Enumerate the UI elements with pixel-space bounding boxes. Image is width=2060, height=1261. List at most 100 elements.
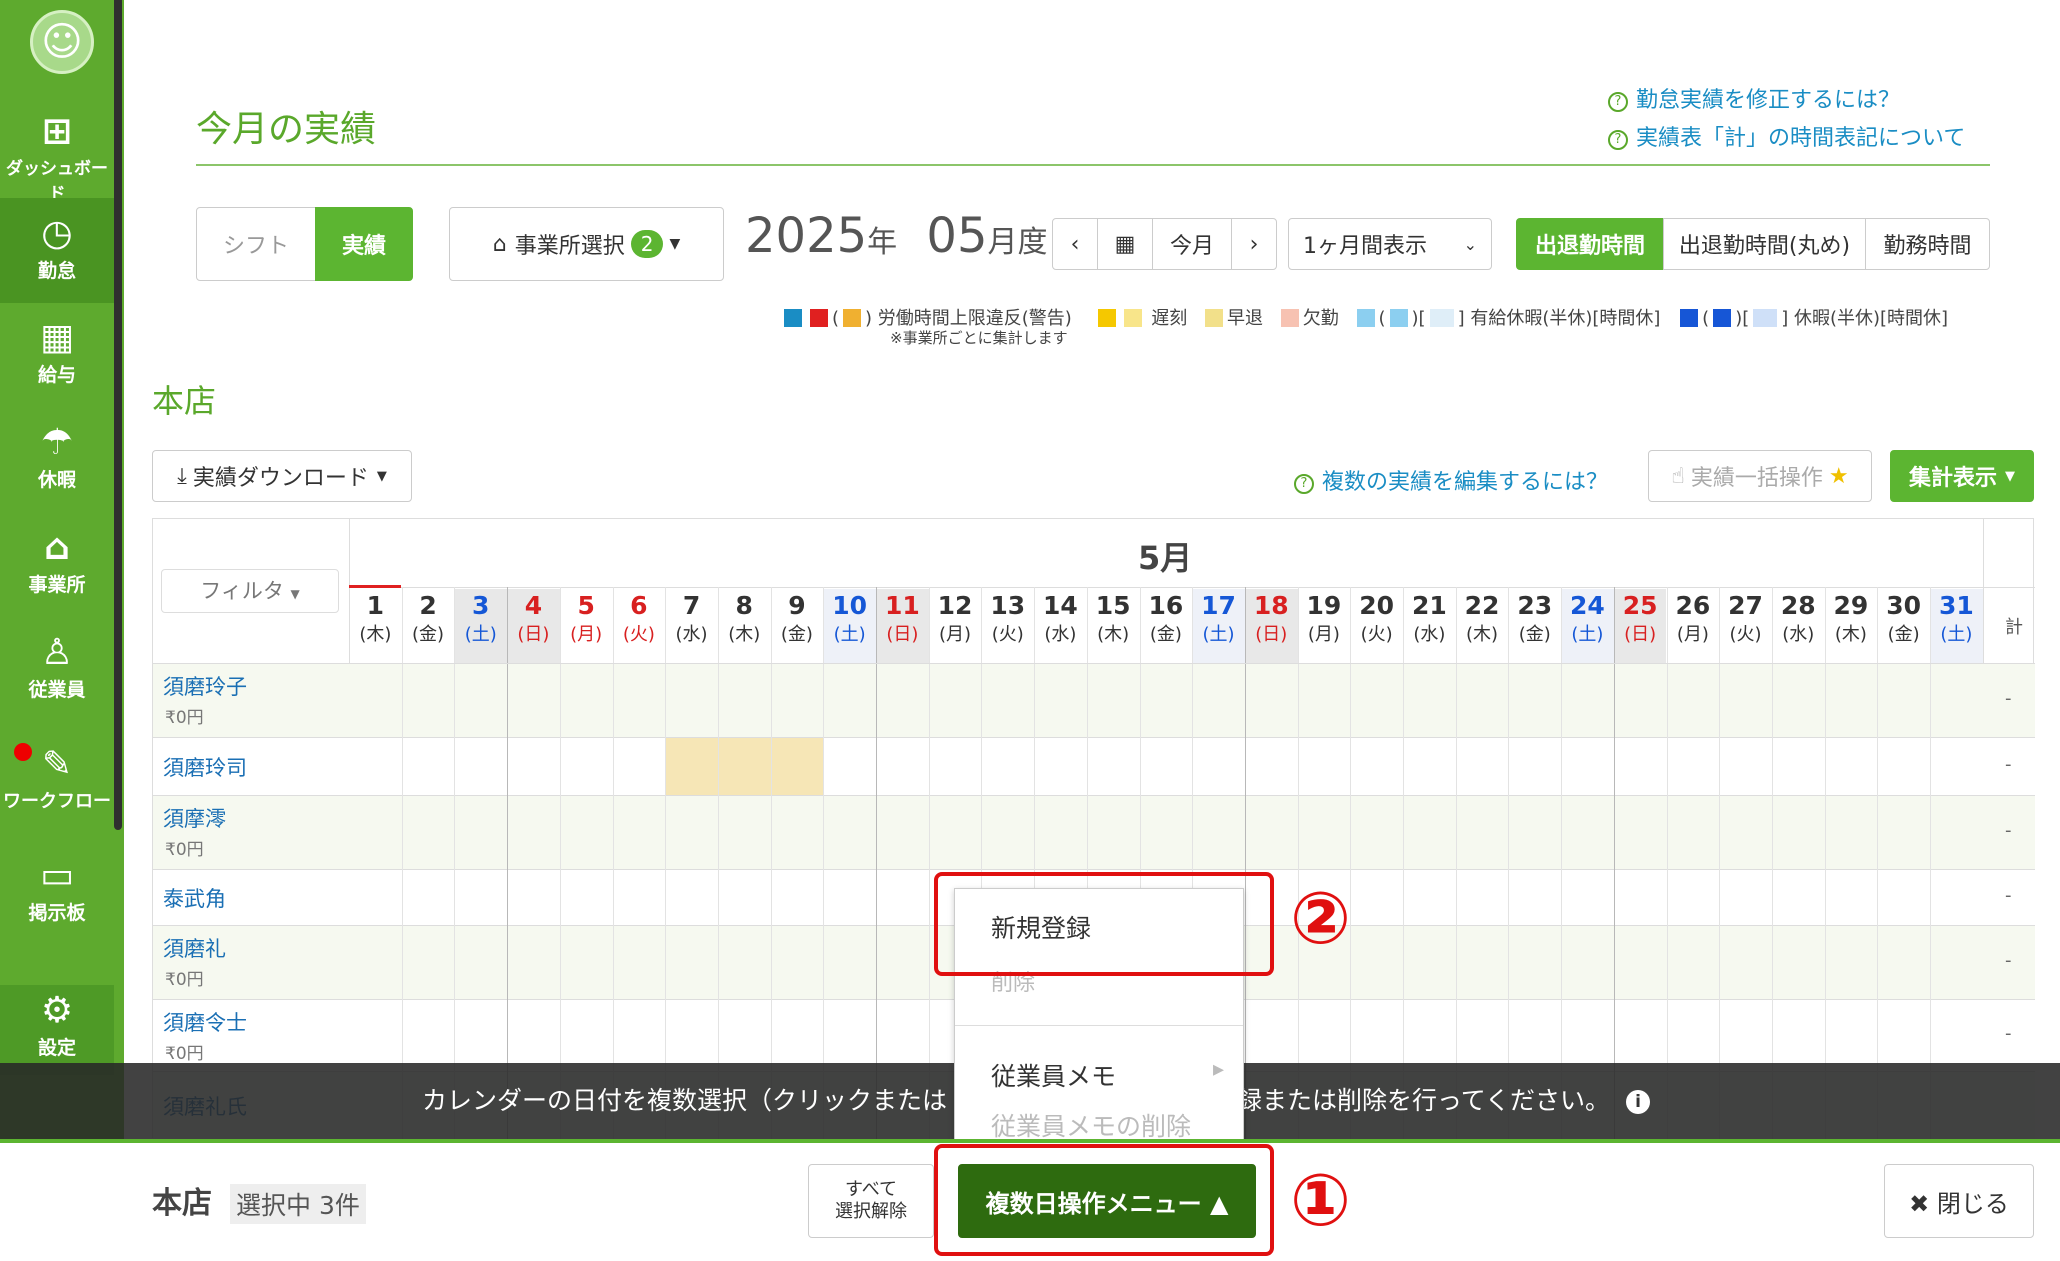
prev-month-button[interactable]: ‹ [1052,218,1098,270]
employee-name-link[interactable]: 泰武角 [163,883,226,913]
day-header-5[interactable]: 5 (月) [560,589,613,663]
clear-selection-button[interactable]: すべて 選択解除 [808,1164,934,1238]
day-header-21[interactable]: 21 (水) [1403,589,1456,663]
day-header-7[interactable]: 7 (水) [665,589,718,663]
legend-swatch-early [1205,309,1224,327]
day-number: 14 [1043,591,1078,620]
menu-item-employee-memo[interactable]: 従業員メモ [991,1057,1116,1093]
sidebar-item-dashboard[interactable]: ⊞ ダッシュボード [0,96,114,204]
table-row [153,737,2035,795]
avatar[interactable]: ☺ [30,10,94,74]
title-divider [196,164,1990,166]
help-link-edit-attendance[interactable]: ? 勤怠実績を修正するには？ [1608,82,1900,114]
day-number: 30 [1886,591,1922,620]
period-display: 2025年 05月度 [745,208,1048,264]
sidebar-item-settings[interactable]: ⚙ 設定 [0,985,114,1075]
sidebar-item-workflow[interactable]: ✎ ワークフロー [0,743,114,843]
day-header-23[interactable]: 23 (金) [1508,589,1561,663]
day-weekday: (日) [886,624,919,645]
summary-button[interactable]: 集計表示 ▼ [1890,450,2034,502]
day-header-27[interactable]: 27 (火) [1719,589,1772,663]
view-work-hours[interactable]: 勤務時間 [1865,218,1990,270]
day-header-11[interactable]: 11 (日) [876,589,929,663]
day-header-6[interactable]: 6 (火) [613,589,666,663]
sidebar-scrollbar[interactable] [114,0,122,830]
employee-name-link[interactable]: 須磨玲子 [163,671,247,701]
view-clock-times[interactable]: 出退勤時間 [1516,218,1664,270]
sidebar-item-office[interactable]: ⌂ 事業所 [0,512,114,617]
chevron-right-icon: ▸ [1213,1057,1225,1082]
day-header-2[interactable]: 2 (金) [402,589,455,663]
info-icon[interactable]: i [1626,1090,1651,1114]
day-column-divider [1613,587,1615,1139]
day-number: 19 [1306,591,1342,620]
day-header-16[interactable]: 16 (金) [1140,589,1193,663]
bulk-operation-button[interactable]: ☝ 実績一括操作 ★ [1648,450,1872,502]
day-header-22[interactable]: 22 (木) [1456,589,1509,663]
day-weekday: (日) [517,624,550,645]
employee-name-link[interactable]: 須磨礼 [163,933,226,963]
filter-button[interactable]: フィルタ ▼ [161,569,339,613]
employee-name-link[interactable]: 須磨玲司 [163,752,247,782]
selected-day-cell[interactable] [718,738,771,795]
day-header-10[interactable]: 10 (土) [823,589,876,663]
day-header-17[interactable]: 17 (土) [1192,589,1245,663]
sidebar-item-board[interactable]: ▭ 掲示板 [0,840,114,945]
sidebar-item-attendance[interactable]: ◷ 勤怠 [0,198,114,303]
month-value: 05 [926,208,988,264]
download-button[interactable]: ⤓ 実績ダウンロード ▼ [152,450,412,502]
day-header-24[interactable]: 24 (土) [1561,589,1614,663]
day-header-1[interactable]: 1 (木) [349,589,402,663]
tab-actual[interactable]: 実績 [315,207,413,281]
selected-day-cell[interactable] [666,738,718,795]
period-select[interactable]: 1ヶ月間表示 ⌄ [1288,218,1492,270]
calendar-picker-button[interactable]: ▦ [1097,218,1153,270]
day-header-30[interactable]: 30 (金) [1877,589,1930,663]
day-header-8[interactable]: 8 (木) [718,589,771,663]
day-weekday: (木) [728,624,761,645]
day-header-9[interactable]: 9 (金) [771,589,824,663]
day-header-26[interactable]: 26 (月) [1667,589,1720,663]
close-button[interactable]: ✖ 閉じる [1884,1164,2034,1238]
day-number: 7 [682,591,701,620]
view-clock-times-rounded[interactable]: 出退勤時間(丸め) [1663,218,1866,270]
star-icon [1097,309,1116,327]
employee-name-link[interactable]: 須摩澪 [163,803,226,833]
day-header-3[interactable]: 3 (土) [454,589,508,663]
day-header-4[interactable]: 4 (日) [507,589,560,663]
sidebar-item-payroll[interactable]: ▦ 給与 [0,302,114,407]
dashboard-icon: ⊞ [41,111,73,152]
star-icon: ★ [1828,463,1849,489]
day-header-14[interactable]: 14 (水) [1034,589,1087,663]
day-header-12[interactable]: 12 (月) [929,589,982,663]
sidebar-item-leave[interactable]: ☂ 休暇 [0,407,114,512]
sidebar-item-employees[interactable]: ♙ 従業員 [0,617,114,722]
day-weekday: (金) [1518,624,1551,645]
this-month-button[interactable]: 今月 [1152,218,1232,270]
row-total: - [2005,885,2012,906]
day-header-31[interactable]: 31 (土) [1930,589,1983,663]
day-header-20[interactable]: 20 (火) [1350,589,1403,663]
day-header-13[interactable]: 13 (火) [981,589,1034,663]
next-month-button[interactable]: › [1231,218,1277,270]
tab-shift[interactable]: シフト [196,207,316,281]
day-header-19[interactable]: 19 (月) [1298,589,1351,663]
help-link-multi-edit[interactable]: ? 複数の実績を編集するには？ [1294,464,1608,496]
day-header-28[interactable]: 28 (水) [1772,589,1825,663]
employee-name-link[interactable]: 須磨令士 [163,1007,247,1037]
selection-count: 選択中 3件 [230,1184,366,1224]
day-header-15[interactable]: 15 (木) [1087,589,1140,663]
caret-down-icon: ▼ [2005,468,2015,484]
help-link-time-notation[interactable]: ? 実績表「計」の時間表記について [1608,120,1965,152]
day-header-29[interactable]: 29 (木) [1825,589,1878,663]
total-header: 計 [2005,617,2023,638]
day-header-18[interactable]: 18 (日) [1244,589,1298,663]
day-weekday: (火) [622,624,655,645]
day-number: 10 [832,591,868,620]
legend-swatch-holiday [1680,309,1699,327]
office-select-button[interactable]: ⌂ 事業所選択 2 ▼ [449,207,724,281]
day-number: 26 [1675,591,1711,620]
day-column-divider [665,587,667,1139]
day-header-25[interactable]: 25 (日) [1613,589,1667,663]
selected-day-cell[interactable] [771,738,824,795]
